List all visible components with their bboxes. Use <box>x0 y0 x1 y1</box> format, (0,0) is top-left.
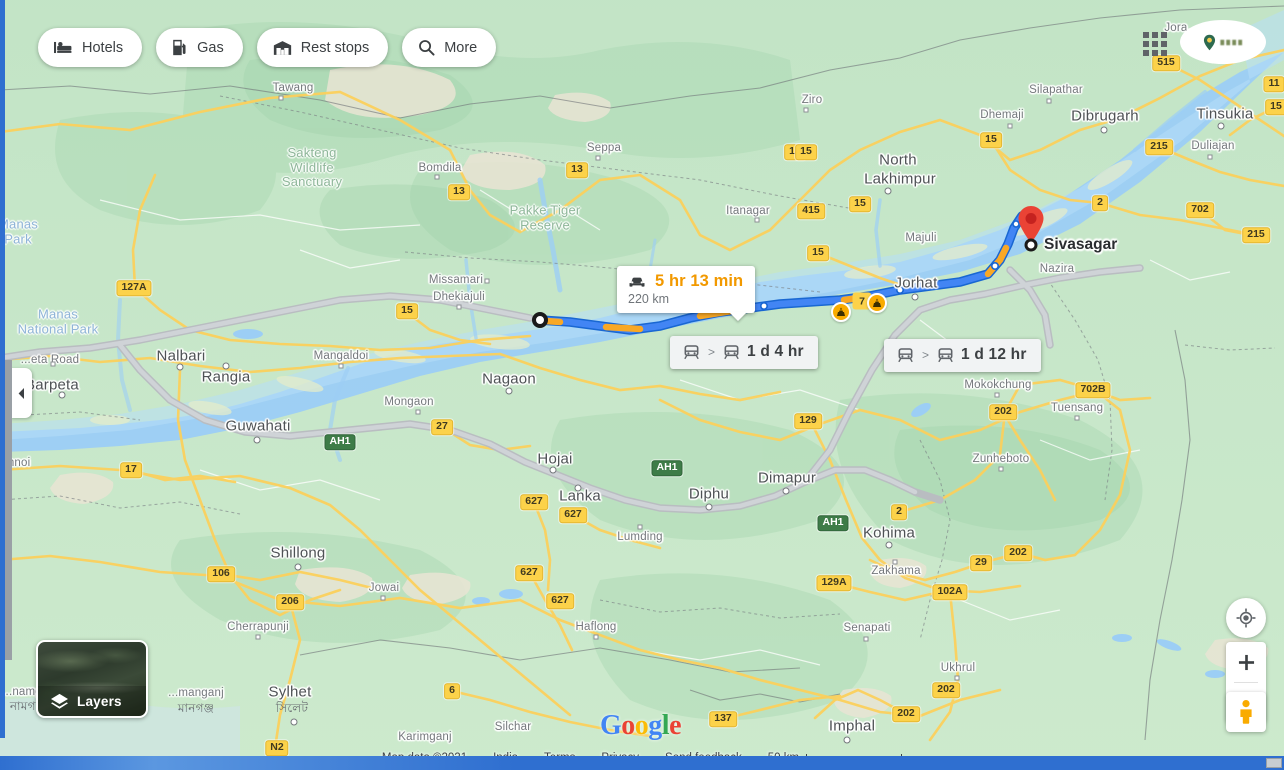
category-chip-bar: Hotels Gas Rest stops More <box>38 28 497 67</box>
scrollbar-thumb[interactable] <box>5 360 12 660</box>
route-tooltip-driving[interactable]: 5 hr 13 min 220 km <box>617 266 756 321</box>
driving-duration: 5 hr 13 min <box>655 272 744 290</box>
map-canvas[interactable] <box>0 0 1284 770</box>
chip-more-label: More <box>444 39 478 56</box>
resize-handle[interactable] <box>1266 758 1282 768</box>
google-maps-screen: Tawang Bomdila Seppa Ziro Itanagar North Lakhi… <box>0 0 1284 770</box>
map-place-badge[interactable]: ∎∎∎∎ <box>1180 20 1266 64</box>
chip-gas-label: Gas <box>197 39 224 56</box>
pegman-button[interactable] <box>1226 692 1266 732</box>
sidebar-collapse-button[interactable] <box>10 368 32 418</box>
my-location-button[interactable] <box>1226 598 1266 638</box>
train-icon-2 <box>724 344 739 359</box>
chip-rest-stops-label: Rest stops <box>300 39 370 56</box>
origin-marker[interactable] <box>532 312 548 328</box>
rest-stop-icon <box>273 40 291 55</box>
search-icon <box>419 40 435 56</box>
road-work-incident-icon-2[interactable] <box>867 293 887 313</box>
layers-label: Layers <box>77 693 122 709</box>
my-location-icon <box>1236 608 1256 628</box>
train-icon <box>684 344 699 359</box>
train-icon-3 <box>898 347 913 362</box>
pegman-icon <box>1240 700 1252 724</box>
layers-button[interactable]: Layers <box>36 640 148 718</box>
chip-more[interactable]: More <box>402 28 497 67</box>
chip-gas[interactable]: Gas <box>156 28 243 67</box>
place-pin-icon <box>1203 34 1216 50</box>
hotel-icon <box>54 41 72 54</box>
destination-dot <box>1024 238 1038 252</box>
gas-pump-icon <box>173 39 186 56</box>
transit-separator-2: > <box>922 348 930 362</box>
chip-hotels-label: Hotels <box>82 39 124 56</box>
map-tiles <box>0 0 1284 770</box>
transit-separator-1: > <box>708 345 716 359</box>
chevron-left-icon <box>18 387 24 399</box>
tooltip-tail <box>729 312 747 321</box>
route-tooltip-transit-2[interactable]: > 1 d 12 hr <box>884 339 1041 372</box>
train-icon-4 <box>938 347 953 362</box>
layers-icon <box>51 693 68 709</box>
plus-icon <box>1238 654 1254 670</box>
chip-rest-stops[interactable]: Rest stops <box>256 28 389 67</box>
badge-text: ∎∎∎∎ <box>1219 36 1243 48</box>
road-work-incident-icon[interactable] <box>831 302 851 322</box>
car-icon <box>629 277 645 287</box>
apps-grid-icon[interactable] <box>1143 32 1167 56</box>
route-tooltip-transit-1[interactable]: > 1 d 4 hr <box>670 336 818 369</box>
chip-hotels[interactable]: Hotels <box>38 28 143 67</box>
browser-bottom-bar <box>0 756 1284 770</box>
zoom-in-button[interactable] <box>1226 642 1266 682</box>
transit-duration-2: 1 d 12 hr <box>961 346 1027 363</box>
transit-duration-1: 1 d 4 hr <box>747 343 804 360</box>
layers-bar: Layers <box>38 686 146 716</box>
driving-distance: 220 km <box>628 292 669 306</box>
